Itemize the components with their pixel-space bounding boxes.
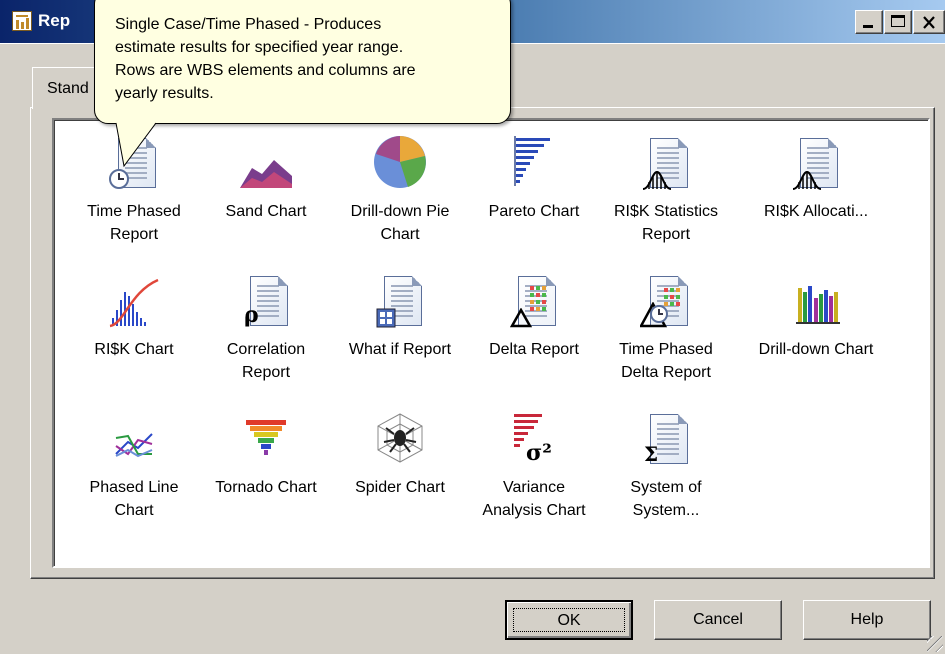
report-item-drill-down-pie[interactable]: Drill-down Pie Chart — [338, 134, 462, 246]
report-item-tornado[interactable]: Tornado Chart — [204, 410, 328, 499]
report-item-drill-down-chart[interactable]: Drill-down Chart — [754, 272, 878, 361]
tooltip: Single Case/Time Phased - Produces estim… — [94, 0, 511, 124]
report-item-delta[interactable]: Delta Report — [472, 272, 596, 361]
risk-chart-icon — [102, 272, 166, 332]
report-item-risk-statistics[interactable]: RI$K Statistics Report — [604, 134, 728, 246]
tab-standard[interactable]: Stand — [32, 67, 102, 109]
report-item-pareto[interactable]: Pareto Chart — [472, 134, 596, 223]
report-item-risk-chart[interactable]: RI$K Chart — [72, 272, 196, 361]
resize-grip-icon[interactable] — [927, 636, 943, 652]
report-item-system-of-systems[interactable]: Σ System of System... — [604, 410, 728, 522]
close-button[interactable] — [913, 10, 945, 34]
drill-down-chart-icon — [784, 272, 848, 332]
svg-text:σ²: σ² — [526, 440, 552, 466]
report-list[interactable]: Time Phased Report Sand Chart Drill-down… — [52, 118, 930, 568]
report-item-sand-chart[interactable]: Sand Chart — [204, 134, 328, 223]
tooltip-pointer — [115, 122, 157, 168]
correlation-report-icon: ρ — [234, 272, 298, 332]
cancel-button[interactable]: Cancel — [654, 600, 782, 640]
delta-report-icon — [502, 272, 566, 332]
spider-chart-icon — [368, 410, 432, 470]
tab-label: Stand — [47, 80, 89, 97]
minimize-button[interactable] — [855, 10, 883, 34]
report-item-time-phased-delta[interactable]: Time Phased Delta Report — [604, 272, 728, 384]
pie-chart-icon — [368, 134, 432, 194]
report-item-what-if[interactable]: What if Report — [338, 272, 462, 361]
ok-button[interactable]: OK — [505, 600, 633, 640]
what-if-report-icon — [368, 272, 432, 332]
phased-line-chart-icon — [102, 410, 166, 470]
minimize-icon — [863, 25, 873, 28]
report-item-risk-allocation[interactable]: RI$K Allocati... — [754, 134, 878, 223]
maximize-icon — [891, 15, 905, 27]
risk-allocation-icon — [784, 134, 848, 194]
tornado-chart-icon — [234, 410, 298, 470]
sand-chart-icon — [234, 134, 298, 194]
window-title: Rep — [38, 11, 71, 30]
close-icon — [923, 16, 935, 29]
report-item-variance-analysis[interactable]: σ² Variance Analysis Chart — [472, 410, 596, 522]
system-of-systems-icon: Σ — [634, 410, 698, 470]
pareto-chart-icon — [502, 134, 566, 194]
risk-statistics-report-icon — [634, 134, 698, 194]
app-icon — [12, 11, 32, 31]
report-item-phased-line[interactable]: Phased Line Chart — [72, 410, 196, 522]
time-phased-delta-report-icon — [634, 272, 698, 332]
maximize-button[interactable] — [884, 10, 912, 34]
report-item-spider[interactable]: Spider Chart — [338, 410, 462, 499]
variance-analysis-chart-icon: σ² — [502, 410, 566, 470]
report-item-correlation[interactable]: ρ Correlation Report — [204, 272, 328, 384]
help-button[interactable]: Help — [803, 600, 931, 640]
